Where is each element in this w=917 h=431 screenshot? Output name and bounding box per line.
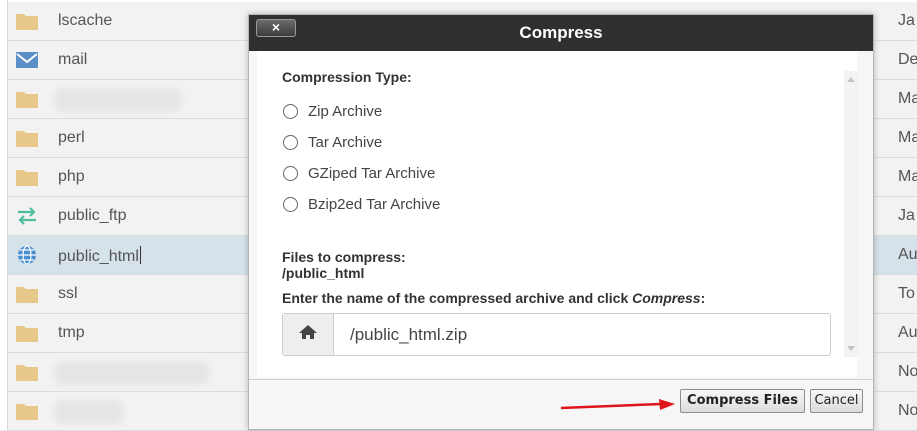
transfer-icon: [15, 206, 39, 226]
compress-dialog: Compress × Compression Type: Zip Archive…: [248, 14, 874, 430]
globe-icon: [15, 245, 39, 265]
radio-button[interactable]: [283, 196, 298, 212]
close-icon: ×: [271, 19, 281, 35]
option-label: Tar Archive: [308, 133, 383, 151]
file-name: ssl: [58, 285, 78, 302]
files-to-compress-label: Files to compress:: [282, 249, 406, 265]
folder-icon: [15, 323, 39, 343]
folder-icon: [15, 284, 39, 304]
folder-icon: [15, 11, 39, 31]
file-date: Au: [898, 324, 917, 341]
radio-button[interactable]: [283, 103, 298, 119]
folder-icon: [15, 89, 39, 109]
file-date: Au: [898, 246, 917, 263]
archive-name-input[interactable]: [335, 314, 829, 355]
folder-icon: [15, 128, 39, 148]
folder-icon: [15, 401, 39, 421]
file-name: public_html: [58, 248, 139, 265]
option-label: Zip Archive: [308, 102, 383, 120]
text-cursor: [139, 246, 141, 264]
close-button[interactable]: ×: [256, 19, 296, 37]
input-addon: [283, 314, 334, 355]
redacted-file-name: [54, 361, 209, 385]
annotation-arrow-icon: [561, 399, 675, 410]
file-date: Ma: [898, 90, 917, 107]
file-date: No: [898, 363, 917, 380]
home-icon: [298, 324, 318, 345]
dialog-title-bar: Compress ×: [249, 15, 873, 51]
scroll-up-arrow-icon[interactable]: [847, 77, 855, 82]
files-to-compress-value: /public_html: [282, 265, 365, 281]
redacted-file-name: [54, 88, 182, 112]
instruction-emphasis: Compress: [632, 290, 701, 306]
radio-button[interactable]: [283, 165, 298, 181]
mail-icon: [15, 50, 39, 70]
file-date: To: [898, 285, 915, 302]
redacted-file-name: [54, 400, 124, 424]
instruction-suffix: :: [700, 290, 706, 306]
file-date: Ma: [898, 168, 917, 185]
option-zip-archive[interactable]: Zip Archive: [283, 101, 382, 121]
cancel-button[interactable]: Cancel: [810, 389, 863, 413]
file-date: Ja: [898, 12, 915, 29]
archive-name-field: [282, 313, 831, 356]
archive-name-instruction: Enter the name of the compressed archive…: [282, 290, 705, 306]
scroll-down-arrow-icon[interactable]: [847, 346, 855, 351]
dialog-body: Compression Type: Zip Archive Tar Archiv…: [257, 51, 858, 377]
option-label: Bzip2ed Tar Archive: [308, 195, 441, 213]
file-date: De: [898, 51, 917, 68]
folder-icon: [15, 362, 39, 382]
file-date: No: [898, 402, 917, 419]
option-label: GZiped Tar Archive: [308, 164, 436, 182]
file-name: perl: [58, 129, 85, 146]
folder-icon: [15, 167, 39, 187]
compress-files-button[interactable]: Compress Files: [680, 389, 805, 413]
file-name-with-cursor: public_html: [58, 246, 141, 266]
dialog-footer-divider: [249, 379, 873, 380]
instruction-text: Enter the name of the compressed archive…: [282, 290, 633, 306]
option-tar-archive[interactable]: Tar Archive: [283, 132, 382, 152]
compression-type-label: Compression Type:: [282, 69, 412, 85]
radio-button[interactable]: [283, 134, 298, 150]
file-name: lscache: [58, 12, 113, 29]
file-name: mail: [58, 51, 88, 68]
file-date: Ma: [898, 129, 917, 146]
file-name: public_ftp: [58, 207, 127, 224]
dialog-title: Compress: [519, 23, 603, 42]
dialog-scrollbar[interactable]: [844, 71, 858, 357]
file-name: tmp: [58, 324, 85, 341]
option-bzip2ed-tar-archive[interactable]: Bzip2ed Tar Archive: [283, 194, 440, 214]
file-date: Ja: [898, 207, 915, 224]
option-gziped-tar-archive[interactable]: GZiped Tar Archive: [283, 163, 435, 183]
file-name: php: [58, 168, 85, 185]
